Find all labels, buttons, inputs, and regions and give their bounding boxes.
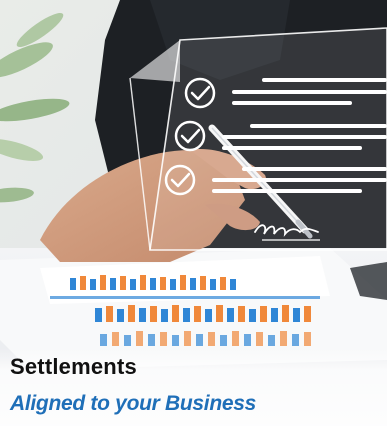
card-title[interactable]: Settlements — [10, 354, 137, 380]
card-subtitle: Aligned to your Business — [10, 392, 256, 415]
digital-document — [129, 27, 387, 251]
settlements-card[interactable]: Settlements Aligned to your Business — [0, 0, 387, 426]
